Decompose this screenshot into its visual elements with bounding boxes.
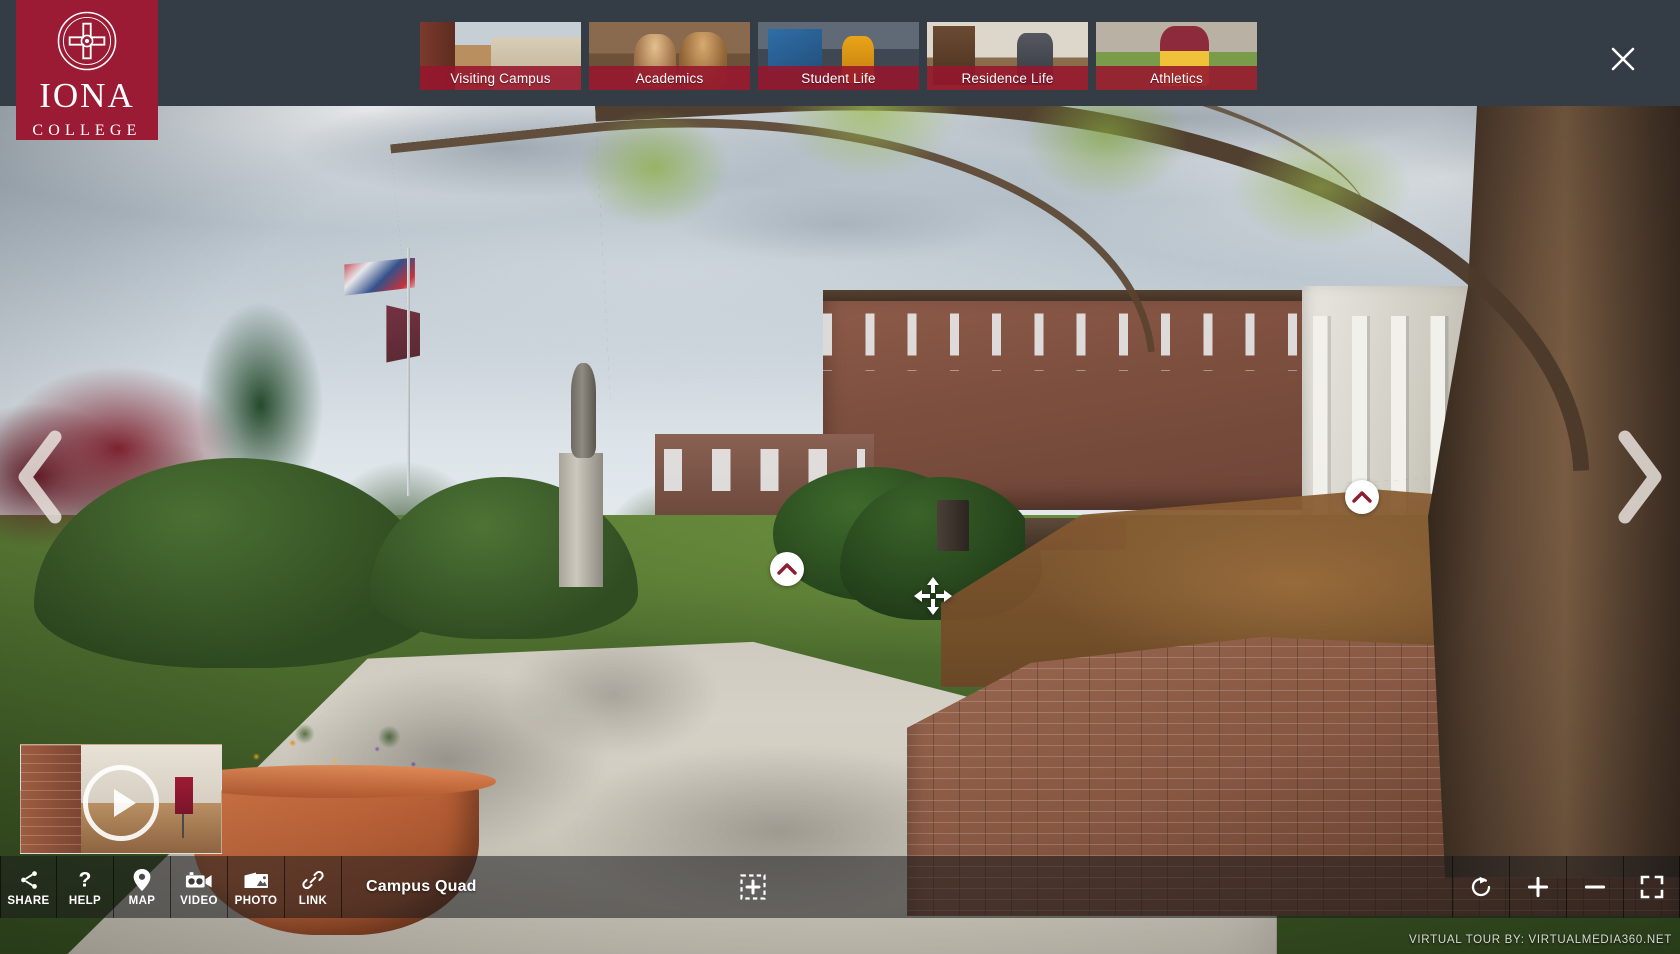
link-label: LINK: [298, 894, 328, 907]
thumbnail-residence-life[interactable]: Residence Life: [927, 22, 1088, 90]
map-label: MAP: [128, 894, 156, 907]
plus-icon: [1526, 875, 1550, 899]
fullscreen-icon: [1639, 874, 1665, 900]
video-label: VIDEO: [180, 894, 218, 907]
thumbnail-student-life[interactable]: Student Life: [758, 22, 919, 90]
video-preview-thumbnail[interactable]: [20, 744, 222, 854]
hotspot-walk-forward-left[interactable]: [770, 552, 804, 586]
iona-college-seal-icon: [57, 11, 117, 71]
map-pin-icon: [132, 868, 152, 892]
question-mark-icon: ?: [74, 868, 96, 892]
iona-college-logo[interactable]: IONA COLLEGE: [16, 0, 158, 140]
minus-icon: [1583, 875, 1607, 899]
chevron-left-icon[interactable]: [6, 417, 76, 537]
photo-label: PHOTO: [234, 894, 278, 907]
thumbnail-visiting-campus[interactable]: Visiting Campus: [420, 22, 581, 90]
hotspot-walk-forward-right[interactable]: [1345, 480, 1379, 514]
autorotate-button[interactable]: [1452, 856, 1509, 918]
close-icon[interactable]: [1602, 38, 1644, 80]
planter-flowers: [201, 710, 504, 788]
panorama-scene[interactable]: [0, 0, 1680, 954]
thumbnail-academics[interactable]: Academics: [589, 22, 750, 90]
help-label: HELP: [68, 894, 102, 907]
photo-button[interactable]: PHOTO: [228, 856, 285, 918]
category-thumbnail-nav: Visiting Campus Academics Student Life R…: [420, 22, 1257, 90]
add-hotspot-icon[interactable]: [737, 871, 769, 903]
thumbnail-caption: Academics: [589, 66, 750, 90]
tour-credit: VIRTUAL TOUR BY: VIRTUALMEDIA360.NET: [1409, 934, 1672, 946]
view-controls: [1452, 856, 1680, 918]
move-arrows-icon[interactable]: [912, 575, 954, 617]
link-button[interactable]: LINK: [285, 856, 342, 918]
logo-text-college: COLLEGE: [32, 122, 142, 139]
zoom-out-button[interactable]: [1566, 856, 1623, 918]
statue-pedestal: [559, 453, 604, 587]
chevron-up-icon: [777, 563, 797, 575]
share-button[interactable]: SHARE: [0, 856, 57, 918]
zoom-in-button[interactable]: [1509, 856, 1566, 918]
video-button[interactable]: VIDEO: [171, 856, 228, 918]
virtual-tour-viewer: IONA COLLEGE Visiting Campus Academics S…: [0, 0, 1680, 954]
fullscreen-button[interactable]: [1623, 856, 1680, 918]
thumbnail-caption: Athletics: [1096, 66, 1257, 90]
share-label: SHARE: [7, 894, 50, 907]
video-thumb-banner: [175, 777, 193, 815]
thumbnail-caption: Student Life: [758, 66, 919, 90]
chevron-up-icon: [1352, 491, 1372, 503]
chevron-right-icon[interactable]: [1604, 417, 1674, 537]
share-icon: [18, 868, 40, 892]
tour-header-bar: IONA COLLEGE Visiting Campus Academics S…: [0, 0, 1680, 140]
scene-title: Campus Quad: [366, 878, 477, 895]
map-button[interactable]: MAP: [114, 856, 171, 918]
play-icon[interactable]: [83, 765, 159, 842]
video-thumb-brick-pillar: [21, 745, 81, 853]
link-chain-icon: [302, 868, 324, 892]
play-triangle: [113, 789, 136, 818]
thumbnail-caption: Residence Life: [927, 66, 1088, 90]
photo-icon: [243, 868, 269, 892]
trash-can: [937, 499, 970, 552]
video-camera-icon: [185, 868, 213, 892]
thumbnail-athletics[interactable]: Athletics: [1096, 22, 1257, 90]
rotate-icon: [1469, 875, 1493, 899]
thumbnail-caption: Visiting Campus: [420, 66, 581, 90]
help-button[interactable]: ? HELP: [57, 856, 114, 918]
bottom-toolbar: SHARE ? HELP MAP VIDEO PHOTO LINK Campus…: [0, 856, 1680, 918]
logo-text-iona: IONA: [39, 76, 135, 115]
svg-text:?: ?: [79, 868, 92, 891]
